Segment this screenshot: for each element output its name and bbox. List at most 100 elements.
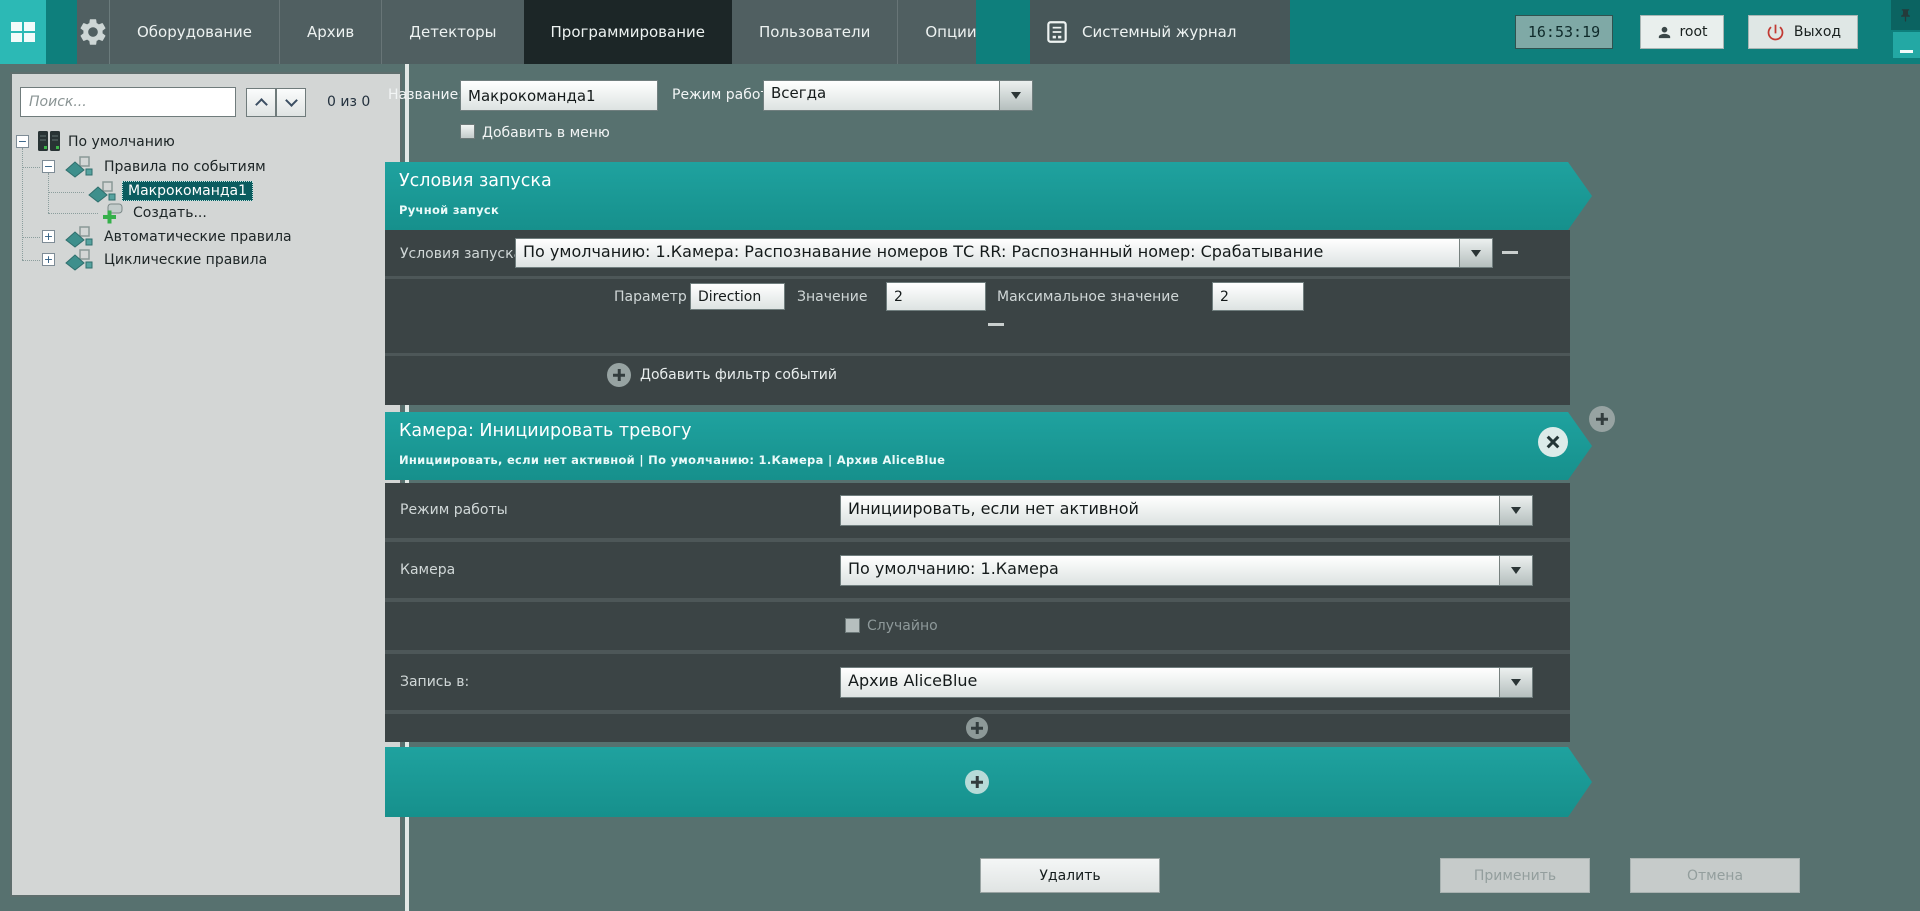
rule-icon	[64, 156, 94, 178]
tab-label: Детекторы	[409, 23, 496, 41]
action-mode-select[interactable]: Инициировать, если нет активной	[840, 495, 1533, 526]
parameter-label: Параметр	[614, 289, 687, 305]
tree-item-cyclic-rules[interactable]: Циклические правила	[104, 250, 267, 270]
dropdown-arrow-button[interactable]	[999, 81, 1032, 110]
dropdown-arrow-button[interactable]	[1499, 496, 1532, 525]
tab-label: Оборудование	[137, 23, 252, 41]
remove-condition-button[interactable]	[1502, 251, 1518, 254]
add-action-button[interactable]	[1589, 406, 1615, 432]
chevron-up-icon	[255, 98, 268, 111]
random-checkbox[interactable]	[845, 618, 860, 633]
name-label: Название:	[388, 87, 463, 103]
power-icon	[1765, 22, 1786, 43]
tree-connector	[48, 173, 49, 213]
search-prev-button[interactable]	[246, 88, 276, 117]
tree-item-automatic-rules[interactable]: Автоматические правила	[104, 227, 292, 247]
settings-button[interactable]	[77, 0, 110, 64]
condition-params-row: Параметр Значение Максимальное значение	[385, 279, 1570, 353]
dropdown-arrow-button[interactable]	[1459, 239, 1492, 267]
parameter-input[interactable]	[690, 283, 785, 310]
tree-connector	[48, 192, 84, 193]
add-row-button[interactable]	[966, 717, 988, 739]
system-log-label: Системный журнал	[1082, 23, 1236, 41]
add-to-menu-label: Добавить в меню	[482, 125, 610, 141]
max-value-input[interactable]	[1212, 282, 1304, 311]
tree-item-event-rules[interactable]: Правила по событиям	[104, 157, 266, 177]
dropdown-arrow-icon	[1471, 250, 1481, 257]
delete-button[interactable]: Удалить	[980, 858, 1160, 893]
tab-system-log[interactable]: Системный журнал	[1030, 0, 1290, 64]
main-menu-button[interactable]	[0, 0, 46, 64]
dropdown-arrow-icon	[1511, 679, 1521, 686]
tree-item-macro1[interactable]: Макрокоманда1	[122, 181, 253, 201]
tab-programming[interactable]: Программирование	[524, 0, 732, 64]
tree-item-create-macro[interactable]: Создать...	[133, 203, 207, 223]
macro-name-input[interactable]	[460, 80, 658, 111]
event-type-select[interactable]: По умолчанию: 1.Камера: Распознавание но…	[515, 238, 1493, 268]
remove-parameter-button[interactable]	[988, 323, 1004, 326]
apply-button[interactable]: Применить	[1440, 858, 1590, 893]
operation-mode-value: Всегда	[764, 81, 999, 110]
search-next-button[interactable]	[276, 88, 306, 117]
action-subtitle: Инициировать, если нет активной | По умо…	[399, 453, 945, 467]
logout-label: Выход	[1794, 24, 1841, 40]
expander-default-server[interactable]: −	[16, 135, 29, 148]
tree-item-default-server[interactable]: По умолчанию	[68, 132, 175, 152]
random-label: Случайно	[867, 618, 938, 634]
tab-label: Архив	[307, 23, 354, 41]
value-input[interactable]	[886, 282, 986, 311]
tab-equipment[interactable]: Оборудование	[110, 0, 279, 64]
random-row: Случайно	[385, 602, 1570, 650]
tabs-bar: Оборудование Архив Детекторы Программиро…	[77, 0, 976, 64]
archive-select[interactable]: Архив AliceBlue	[840, 667, 1533, 698]
cancel-button[interactable]: Отмена	[1630, 858, 1800, 893]
pin-toolbar-button[interactable]	[1891, 0, 1920, 30]
action-section-header[interactable]: Камера: Инициировать тревогу Инициироват…	[385, 412, 1592, 480]
logout-button[interactable]: Выход	[1748, 15, 1858, 49]
grid-icon	[11, 22, 35, 42]
create-icon	[102, 203, 124, 224]
remove-action-button[interactable]	[1538, 427, 1568, 457]
expander-cyclic-rules[interactable]: +	[42, 253, 55, 266]
journal-icon	[1044, 19, 1070, 45]
dropdown-arrow-icon	[1511, 567, 1521, 574]
add-to-menu-checkbox[interactable]	[460, 124, 475, 139]
expander-event-rules[interactable]: −	[42, 160, 55, 173]
conditions-subtitle: Ручной запуск	[399, 203, 499, 217]
add-filter-label: Добавить фильтр событий	[640, 367, 837, 383]
action-panel: Режим работы Инициировать, если нет акти…	[385, 483, 1570, 742]
record-to-label: Запись в:	[400, 674, 469, 690]
archive-value: Архив AliceBlue	[841, 668, 1499, 697]
conditions-title: Условия запуска	[399, 171, 552, 191]
conditions-section-header[interactable]: Условия запуска Ручной запуск	[385, 162, 1592, 230]
camera-select[interactable]: По умолчанию: 1.Камера	[840, 555, 1533, 586]
application-window: Оборудование Архив Детекторы Программиро…	[0, 0, 1920, 911]
add-filter-button[interactable]	[607, 363, 631, 387]
operation-mode-select[interactable]: Всегда	[763, 80, 1033, 111]
tab-users[interactable]: Пользователи	[732, 0, 897, 64]
add-action-footer	[385, 747, 1592, 817]
tree-connector	[48, 213, 98, 214]
gear-icon	[77, 16, 109, 48]
macro-tree-sidebar: 0 из 0 − По умолчанию − Правила по	[10, 72, 402, 897]
camera-row: Камера По умолчанию: 1.Камера	[385, 542, 1570, 598]
tab-label: Опции	[925, 23, 976, 41]
dropdown-arrow-button[interactable]	[1499, 556, 1532, 585]
collapse-toolbar-button[interactable]	[1893, 32, 1920, 58]
chevron-down-icon	[285, 94, 298, 107]
dropdown-arrow-button[interactable]	[1499, 668, 1532, 697]
expander-automatic-rules[interactable]: +	[42, 230, 55, 243]
add-parameter-row	[385, 714, 1570, 742]
value-label: Значение	[797, 289, 867, 305]
search-input[interactable]	[20, 87, 236, 117]
tab-options[interactable]: Опции	[897, 0, 1003, 64]
condition-row-label: Условия запуска	[400, 246, 522, 262]
rule-icon	[64, 249, 94, 271]
tree-connector	[22, 148, 23, 260]
tab-archive[interactable]: Архив	[279, 0, 381, 64]
current-user-button[interactable]: root	[1640, 15, 1724, 49]
add-action-footer-button[interactable]	[965, 770, 989, 794]
tree-connector	[22, 260, 40, 261]
tab-detectors[interactable]: Детекторы	[381, 0, 523, 64]
minimize-icon	[1900, 50, 1913, 53]
